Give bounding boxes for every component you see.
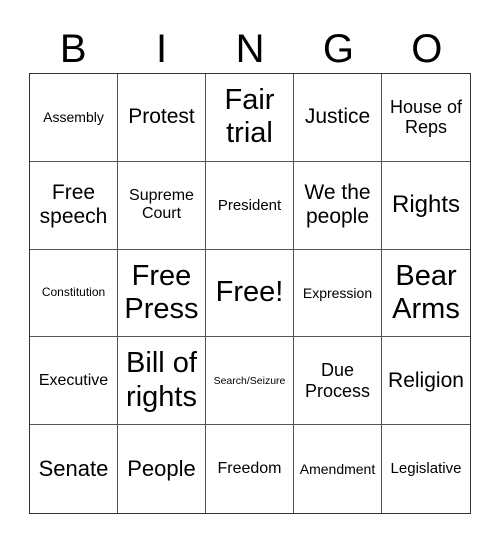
bingo-cell[interactable]: Assembly bbox=[30, 74, 118, 162]
header-letter-g: G bbox=[322, 27, 354, 71]
bingo-cell[interactable]: Free speech bbox=[30, 161, 118, 250]
bingo-cell[interactable]: Expression bbox=[294, 249, 382, 338]
bingo-cell[interactable]: Due Process bbox=[294, 337, 382, 426]
bingo-cell[interactable]: We the people bbox=[294, 161, 382, 250]
bingo-cell[interactable]: Justice bbox=[294, 74, 382, 162]
header-letter-n: N bbox=[235, 27, 265, 71]
bingo-cell[interactable]: Legislative bbox=[382, 425, 470, 513]
free-space[interactable]: Free! bbox=[206, 249, 294, 338]
bingo-cell[interactable]: Protest bbox=[118, 74, 206, 162]
header-letter-o: O bbox=[411, 27, 443, 71]
bingo-grid: Assembly Protest Fair trial Justice Hous… bbox=[29, 73, 471, 514]
bingo-cell[interactable]: Fair trial bbox=[206, 74, 294, 162]
bingo-cell[interactable]: Free Press bbox=[118, 249, 206, 338]
header-letter-i: I bbox=[156, 27, 168, 71]
bingo-cell[interactable]: Bill of rights bbox=[118, 337, 206, 426]
bingo-cell[interactable]: Supreme Court bbox=[118, 161, 206, 250]
bingo-cell[interactable]: Religion bbox=[382, 337, 470, 426]
bingo-cell[interactable]: Bear Arms bbox=[382, 250, 470, 338]
bingo-cell[interactable]: Freedom bbox=[206, 425, 294, 513]
bingo-cell[interactable]: Search/Seizure bbox=[206, 337, 294, 426]
bingo-cell[interactable]: People bbox=[118, 425, 206, 513]
bingo-cell[interactable]: Rights bbox=[382, 162, 470, 250]
bingo-cell[interactable]: Executive bbox=[30, 337, 118, 426]
bingo-cell[interactable]: Amendment bbox=[294, 425, 382, 513]
bingo-cell[interactable]: Constitution bbox=[30, 249, 118, 338]
header-letter-b: B bbox=[59, 27, 87, 71]
bingo-cell[interactable]: House of Reps bbox=[382, 74, 470, 162]
bingo-cell[interactable]: Senate bbox=[30, 425, 118, 513]
bingo-cell[interactable]: President bbox=[206, 161, 294, 250]
bingo-header: B I N G O bbox=[29, 24, 471, 74]
